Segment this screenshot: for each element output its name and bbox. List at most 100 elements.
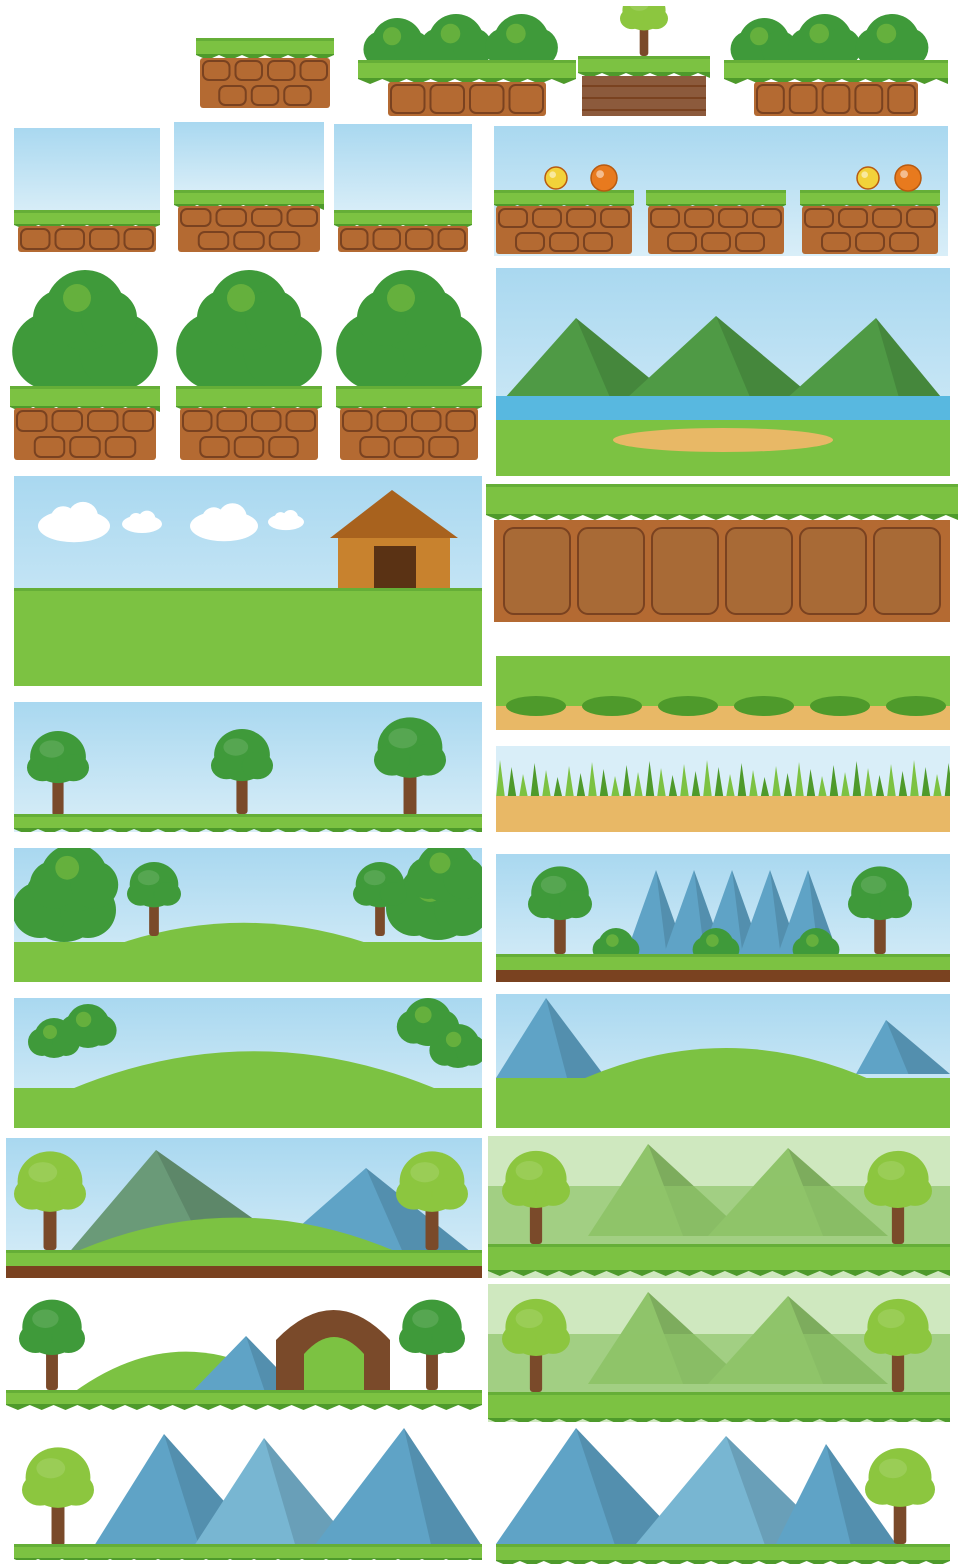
dirt-stone <box>854 84 884 114</box>
coin-platforms-strip <box>494 126 948 256</box>
cave-hill-scene-art <box>6 1280 482 1420</box>
dirt-stone <box>250 85 280 106</box>
dirt-stone <box>650 208 680 228</box>
dirt-stone <box>600 208 630 228</box>
dirt-stone <box>889 232 919 252</box>
meadow <box>496 1078 950 1128</box>
grass-fringe <box>486 514 958 520</box>
tree-blue-mountains-a-art <box>14 1428 482 1560</box>
dirt-stone <box>906 208 936 228</box>
dirt-stone <box>788 84 818 114</box>
mountain-lake-scene-art <box>496 268 950 476</box>
trees-mountains-scene-a-art <box>6 1138 482 1278</box>
dirt-stone <box>215 208 247 227</box>
dirt-stone <box>299 60 328 81</box>
dirt-stone <box>33 436 66 458</box>
dirt-stone <box>89 228 120 250</box>
sky <box>334 124 472 214</box>
meadow <box>14 1088 482 1128</box>
dirt-stone <box>515 232 545 252</box>
dirt-stone <box>104 436 137 458</box>
sky <box>14 128 160 214</box>
tree-dirt-block-c-art <box>336 270 482 460</box>
dirt-stone <box>376 410 407 432</box>
tree-stone-platform-art <box>578 6 710 116</box>
hut-meadow-scene-art <box>14 476 482 686</box>
dirt-stone <box>234 60 263 81</box>
cliff-pillar <box>577 527 645 615</box>
cliff-wall-tile-art <box>486 484 958 622</box>
dirt-stone <box>340 228 369 250</box>
sky <box>174 122 324 194</box>
grass-sand-strip-art <box>496 746 950 832</box>
tree-dirt-block-b-art <box>176 270 322 460</box>
sand-strip <box>496 796 950 832</box>
coin <box>590 164 618 192</box>
mountain-lake-scene <box>496 268 950 476</box>
coin <box>856 166 880 190</box>
dirt-stone <box>54 228 85 250</box>
trees-meadow-scene-b <box>488 1284 950 1422</box>
dirt-stone <box>566 208 596 228</box>
cliff-pillar <box>503 527 571 615</box>
mountain-hill-scene-art <box>496 994 950 1128</box>
cave-opening <box>304 1337 364 1398</box>
dirt-stone <box>283 85 312 106</box>
sky-grass-tile-b <box>334 124 472 254</box>
dirt-stone <box>532 208 562 228</box>
dirt-stone <box>197 231 230 250</box>
dirt-block-small <box>196 38 334 110</box>
cave-hill-scene <box>6 1280 482 1420</box>
meadow <box>14 608 482 686</box>
grass-band <box>486 484 958 514</box>
dirt-stone <box>405 228 434 250</box>
tree-dirt-block-a <box>4 262 166 462</box>
dirt-stone <box>428 436 459 458</box>
tree-blue-mountains-a <box>14 1428 482 1560</box>
dirt-stone <box>411 410 442 432</box>
dirt-stone <box>701 232 731 252</box>
dirt-stone <box>667 232 697 252</box>
trees-meadow-scene-a <box>488 1136 950 1278</box>
dirt-stone <box>233 231 265 250</box>
trees-meadow-scene-b-art <box>488 1284 950 1422</box>
dirt-stone <box>267 60 296 81</box>
grass-band <box>488 1244 950 1270</box>
dirt-stone <box>508 84 544 114</box>
dirt-stone <box>855 232 885 252</box>
sky-dirt-tile <box>174 122 324 254</box>
ledge-grass <box>496 656 950 708</box>
soil <box>6 1266 482 1278</box>
meadow <box>14 942 482 982</box>
dirt-stone <box>285 410 316 432</box>
dirt-stone <box>390 84 426 114</box>
grass-ledge-tile-art <box>496 656 950 730</box>
dirt-stone <box>872 208 902 228</box>
cliff-pillar <box>725 527 793 615</box>
dirt-stone <box>549 232 579 252</box>
dirt-stone <box>251 208 283 227</box>
hut-meadow-scene <box>14 476 482 686</box>
sky-grass-tile-a-art <box>14 128 160 252</box>
trees-mountains-scene-a <box>6 1138 482 1278</box>
dirt-stone <box>16 410 48 432</box>
dirt-stone <box>251 410 282 432</box>
tree-mountain-scene-art <box>496 854 950 982</box>
dirt-stone <box>821 232 851 252</box>
sky-grass-tile-b-art <box>334 124 472 252</box>
coin <box>894 164 922 192</box>
tree-dirt-block-c <box>330 262 488 462</box>
dirt-stone <box>393 436 425 458</box>
dirt-stone <box>437 228 466 250</box>
dirt-stone <box>756 84 785 114</box>
dirt-stone <box>838 208 868 228</box>
coin <box>544 166 568 190</box>
sky-dirt-tile-art <box>174 122 324 252</box>
dirt-stone <box>583 232 613 252</box>
dirt-stone <box>180 208 212 227</box>
ledge-sand <box>496 706 950 730</box>
dirt-stone <box>286 208 318 227</box>
dirt-stone <box>233 436 265 458</box>
dirt-stone <box>218 85 247 106</box>
dirt-stone <box>359 436 390 458</box>
